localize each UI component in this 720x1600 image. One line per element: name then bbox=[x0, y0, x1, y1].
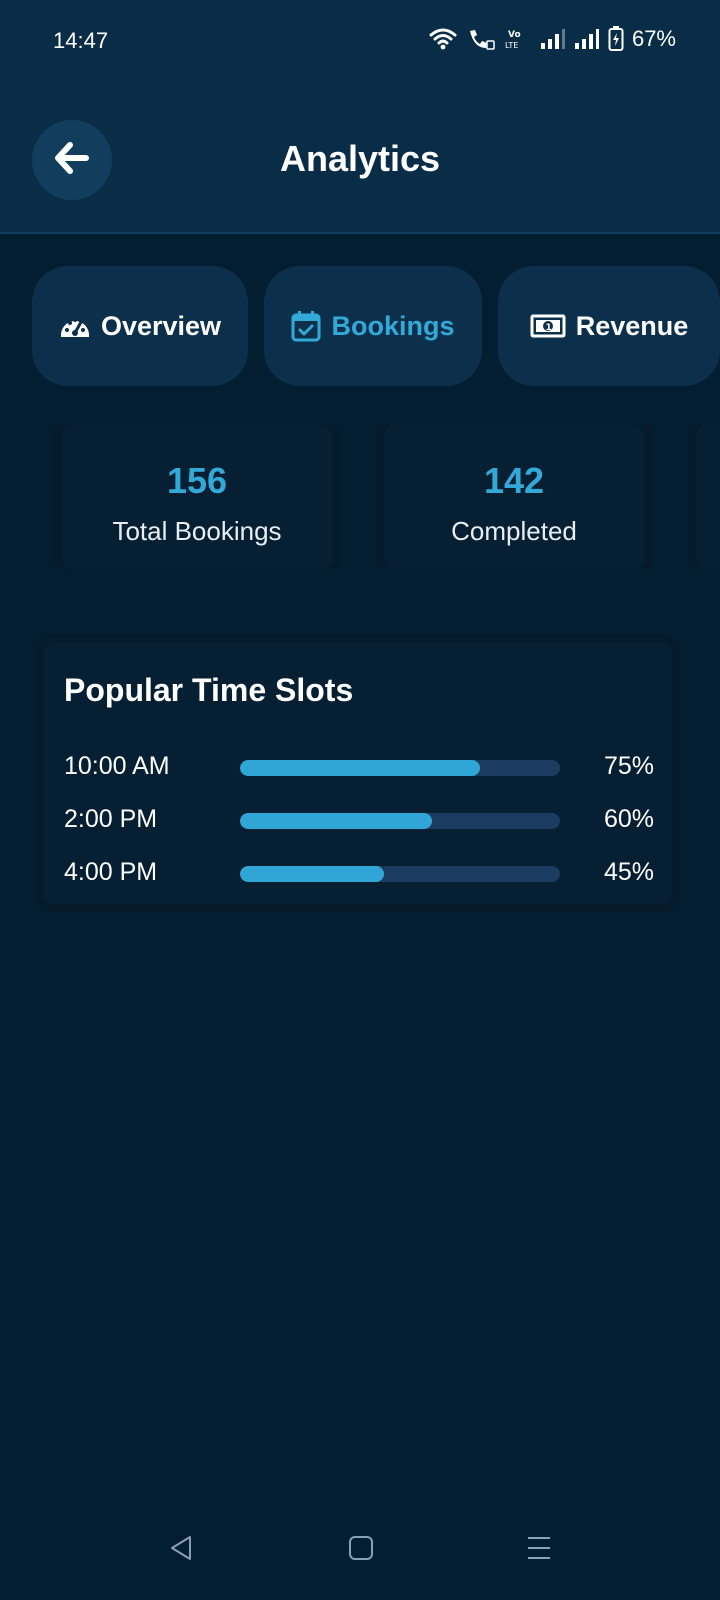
tab-label: Bookings bbox=[331, 310, 455, 341]
stat-card-completed: 142 Completed bbox=[384, 424, 644, 570]
slot-time: 2:00 PM bbox=[64, 805, 158, 833]
signal-icon bbox=[574, 28, 600, 50]
tab-revenue[interactable]: 1 Revenue bbox=[498, 266, 720, 386]
slot-percent: 60% bbox=[603, 805, 654, 833]
svg-text:1: 1 bbox=[545, 323, 551, 333]
slot-percent: 45% bbox=[603, 858, 654, 886]
slot-percent: 75% bbox=[603, 752, 654, 780]
slot-progress-track bbox=[240, 760, 560, 776]
signal-icon bbox=[540, 28, 566, 50]
wifi-calling-icon bbox=[466, 27, 496, 51]
time-slot-row: 10:00 AM 75% bbox=[64, 752, 654, 784]
stat-label: Total Bookings bbox=[112, 516, 282, 546]
home-square-icon[interactable] bbox=[348, 1534, 374, 1567]
battery-icon bbox=[608, 26, 624, 52]
slot-progress-track bbox=[240, 813, 560, 829]
tab-overview[interactable]: Overview bbox=[32, 266, 248, 386]
tab-label: Revenue bbox=[575, 310, 689, 341]
stat-label: Completed bbox=[451, 516, 577, 546]
app-header: Analytics bbox=[0, 84, 720, 234]
popular-time-slots-card: Popular Time Slots 10:00 AM 75% 2:00 PM … bbox=[44, 642, 672, 904]
slot-progress-fill bbox=[240, 866, 384, 882]
time-slot-row: 4:00 PM 45% bbox=[64, 858, 654, 890]
page-title: Analytics bbox=[279, 138, 441, 179]
system-nav-bar bbox=[0, 1500, 720, 1600]
section-title: Popular Time Slots bbox=[64, 672, 354, 708]
stat-card-total-bookings: 156 Total Bookings bbox=[62, 424, 332, 570]
stat-value: 156 bbox=[166, 460, 228, 501]
status-time: 14:47 bbox=[53, 28, 109, 53]
tab-bookings[interactable]: Bookings bbox=[264, 266, 482, 386]
calendar-check-icon bbox=[291, 310, 321, 342]
stat-card-partial bbox=[696, 424, 720, 570]
slot-progress-track bbox=[240, 866, 560, 882]
slot-progress-fill bbox=[240, 760, 480, 776]
time-slot-row: 2:00 PM 60% bbox=[64, 805, 654, 837]
slot-time: 4:00 PM bbox=[64, 858, 158, 886]
tab-label: Overview bbox=[100, 310, 222, 341]
slot-progress-fill bbox=[240, 813, 432, 829]
svg-text:Vo: Vo bbox=[508, 30, 521, 40]
battery-percent: 67% bbox=[631, 26, 676, 51]
status-icons: Vo LTE 67% bbox=[428, 26, 676, 52]
back-triangle-icon[interactable] bbox=[168, 1534, 194, 1567]
wifi-icon bbox=[428, 27, 458, 51]
tab-bar: Overview Bookings 1 Revenue bbox=[32, 266, 720, 386]
status-bar: 14:47 Vo LTE 67% bbox=[0, 0, 720, 84]
slot-time: 10:00 AM bbox=[64, 752, 170, 780]
volte-icon: Vo LTE bbox=[504, 27, 532, 51]
stat-value: 142 bbox=[483, 460, 545, 501]
svg-text:LTE: LTE bbox=[505, 41, 518, 50]
stats-row: 156 Total Bookings 142 Completed bbox=[44, 424, 720, 570]
speedometer-icon bbox=[59, 313, 91, 339]
banknote-icon: 1 bbox=[530, 313, 566, 339]
recents-menu-icon[interactable] bbox=[526, 1534, 552, 1567]
